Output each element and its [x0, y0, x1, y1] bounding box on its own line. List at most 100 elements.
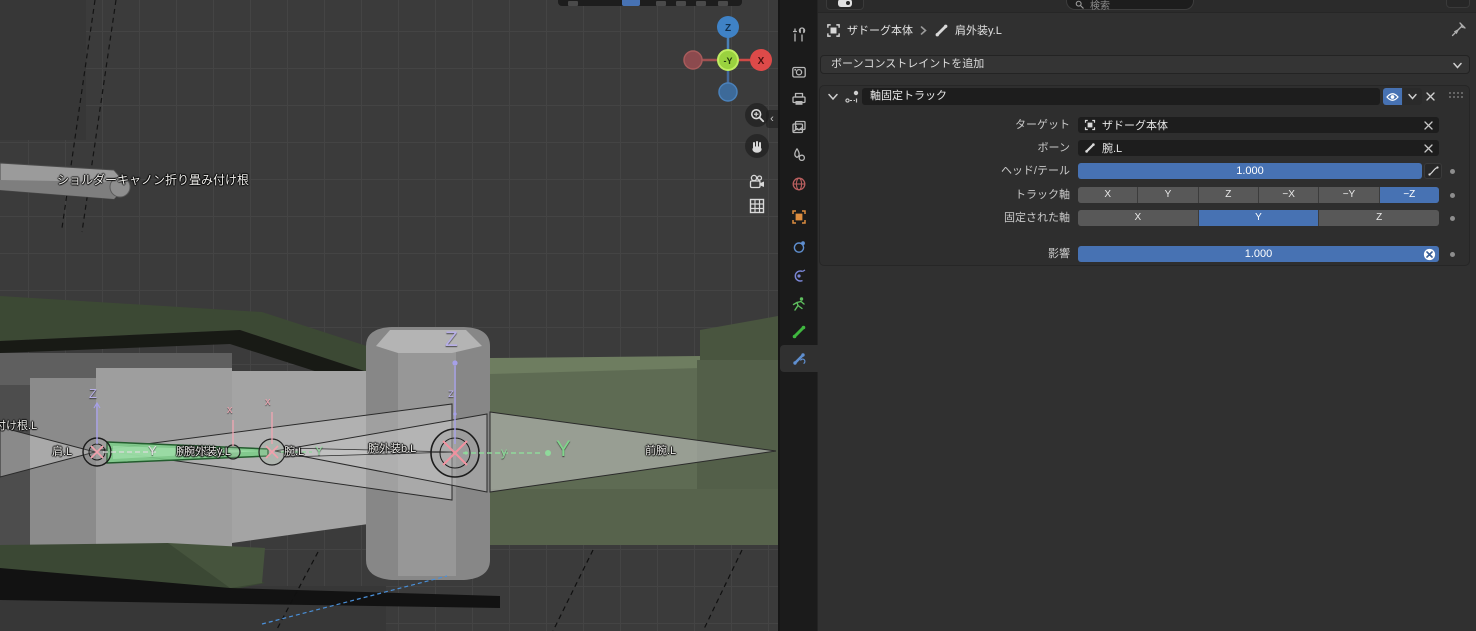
grid-toggle-button[interactable] — [745, 194, 769, 218]
track-axis-z[interactable]: Z — [1199, 187, 1258, 203]
track-axis-neg-x[interactable]: −X — [1259, 187, 1318, 203]
physics-icon — [791, 239, 807, 255]
influence-slider[interactable]: 1.000 — [1078, 246, 1439, 262]
fcurve-icon — [1428, 166, 1439, 176]
blender-window: ショルダーキャノン折り畳み付け根 付け根.L 肩.L 腕外装a.L 腕外装y.L… — [0, 0, 1476, 631]
tab-constraints[interactable] — [780, 262, 818, 289]
scene-icon — [791, 147, 807, 163]
bone-icon — [1084, 142, 1096, 154]
search-placeholder: 検索 — [1090, 0, 1110, 12]
tab-object[interactable] — [780, 203, 818, 230]
clear-override-icon[interactable] — [1423, 248, 1436, 261]
constraint-visibility-toggle[interactable] — [1383, 88, 1402, 105]
constraint-panel: 軸固定トラック — [819, 85, 1470, 266]
head-tail-slider[interactable]: 1.000 — [1078, 163, 1422, 179]
clear-bone-icon[interactable] — [1424, 144, 1433, 153]
tab-world[interactable] — [780, 170, 818, 197]
bone-constraints-icon — [791, 351, 807, 367]
animate-decorator[interactable] — [1450, 193, 1455, 198]
animate-decorator[interactable] — [1450, 169, 1455, 174]
chevron-right-icon — [919, 26, 928, 35]
breadcrumb-bone[interactable]: 肩外装y.L — [955, 22, 1002, 38]
grid-icon — [749, 198, 765, 214]
animate-decorator[interactable] — [1450, 216, 1455, 221]
svg-text:-Y: -Y — [724, 56, 733, 66]
properties-editor: 検索 ザドーグ本体 肩外装y.L — [780, 0, 1476, 631]
output-icon — [791, 91, 807, 107]
add-bone-constraint-label: ボーンコンストレイントを追加 — [831, 58, 984, 70]
gizmo-minus-x-axis[interactable] — [684, 51, 702, 69]
animate-decorator[interactable] — [1450, 252, 1455, 257]
bone-icon — [791, 324, 807, 340]
render-icon — [791, 64, 807, 80]
expand-chevron-icon[interactable] — [828, 93, 838, 101]
head-tail-label: ヘッド/テール — [820, 163, 1070, 180]
locked-axis-y[interactable]: Y — [1199, 210, 1319, 226]
constraint-panel-header[interactable]: 軸固定トラック — [820, 86, 1469, 108]
chevron-down-icon — [1408, 93, 1417, 100]
camera-view-button[interactable] — [745, 170, 769, 194]
properties-content: 検索 ザドーグ本体 肩外装y.L — [818, 0, 1476, 631]
properties-tab-bar — [780, 0, 818, 631]
properties-topbar: 検索 — [818, 0, 1476, 13]
track-axis-neg-y[interactable]: −Y — [1319, 187, 1378, 203]
sidebar-collapse-arrow[interactable]: ‹ — [766, 110, 778, 128]
camera-icon — [748, 174, 766, 190]
tab-bone[interactable] — [780, 318, 818, 345]
svg-text:X: X — [758, 56, 765, 67]
search-icon — [1074, 0, 1085, 9]
locked-axis-label: 固定された軸 — [820, 210, 1070, 227]
tool-icon — [791, 27, 807, 43]
track-axis-neg-z[interactable]: −Z — [1380, 187, 1439, 203]
pin-icon[interactable] — [1450, 20, 1468, 38]
constraint-drag-handle[interactable] — [1449, 92, 1465, 101]
bbone-curve-toggle[interactable] — [1424, 163, 1442, 179]
bone-icon — [934, 23, 949, 38]
close-icon — [1426, 92, 1435, 101]
zoom-icon — [750, 108, 765, 123]
editor-type-button[interactable] — [826, 0, 864, 10]
clear-target-icon[interactable] — [1424, 121, 1433, 130]
pan-button[interactable] — [745, 134, 769, 158]
constraint-name-field[interactable]: 軸固定トラック — [862, 88, 1380, 105]
bone-field[interactable]: 腕.L — [1078, 140, 1439, 156]
object-icon — [791, 209, 807, 225]
tab-output[interactable] — [780, 85, 818, 112]
bone-label: ボーン — [820, 140, 1070, 157]
locked-axis-x[interactable]: X — [1078, 210, 1198, 226]
gizmo-minus-z-axis[interactable] — [719, 83, 737, 101]
properties-search[interactable]: 検索 — [1066, 0, 1194, 10]
track-axis-label: トラック軸 — [820, 187, 1070, 204]
properties-editor-icon — [838, 0, 852, 7]
track-axis-y[interactable]: Y — [1138, 187, 1197, 203]
svg-text:Z: Z — [725, 23, 731, 34]
locked-axis-segmented: X Y Z — [1078, 210, 1439, 226]
object-icon — [1084, 119, 1096, 131]
target-field[interactable]: ザドーグ本体 — [1078, 117, 1439, 133]
armature-data-icon — [791, 296, 807, 312]
topbar-partial-button[interactable] — [1446, 0, 1470, 8]
chevron-down-icon — [1453, 62, 1462, 69]
tab-tool[interactable] — [780, 21, 818, 48]
hand-icon — [750, 139, 764, 153]
viewport-3d[interactable]: ショルダーキャノン折り畳み付け根 付け根.L 肩.L 腕外装a.L 腕外装y.L… — [0, 0, 778, 631]
viewport-header-partial[interactable] — [558, 0, 742, 6]
tab-view-layer[interactable] — [780, 113, 818, 140]
locked-axis-z[interactable]: Z — [1319, 210, 1439, 226]
tab-scene[interactable] — [780, 141, 818, 168]
tab-object-data[interactable] — [780, 290, 818, 317]
tab-physics[interactable] — [780, 233, 818, 260]
breadcrumb-object[interactable]: ザドーグ本体 — [847, 22, 913, 38]
add-bone-constraint-button[interactable]: ボーンコンストレイントを追加 — [820, 55, 1470, 74]
eye-icon — [1386, 92, 1399, 102]
tab-bone-constraints[interactable] — [780, 345, 818, 372]
tab-render[interactable] — [780, 58, 818, 85]
target-label: ターゲット — [820, 117, 1070, 134]
snap-toggle-partial[interactable] — [622, 0, 640, 6]
object-icon — [826, 23, 841, 38]
track-axis-x[interactable]: X — [1078, 187, 1137, 203]
constraint-delete-button[interactable] — [1421, 88, 1439, 105]
constraints-icon — [791, 268, 807, 284]
constraint-extras-dropdown[interactable] — [1403, 88, 1422, 105]
navigation-gizmo[interactable]: Z X -Y — [655, 8, 775, 108]
